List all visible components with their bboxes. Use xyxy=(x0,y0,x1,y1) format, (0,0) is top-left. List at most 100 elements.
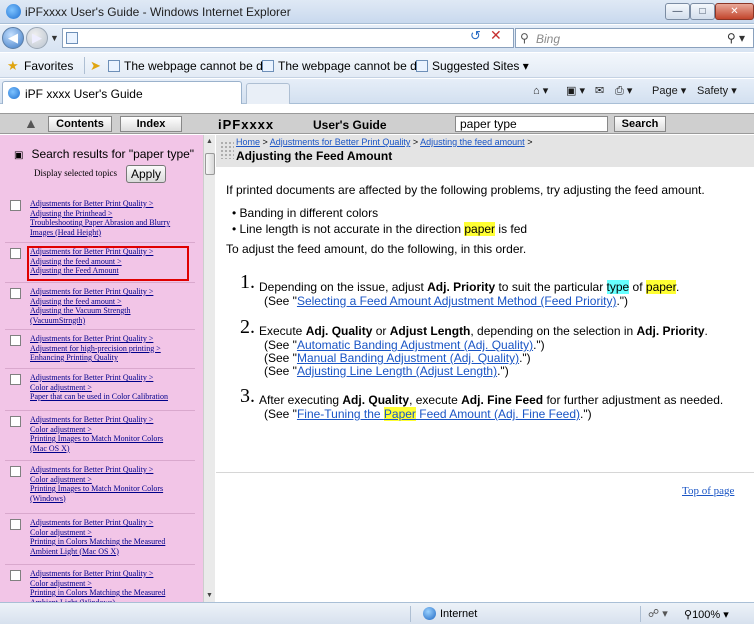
result-link-line[interactable]: Adjustments for Better Print Quality > xyxy=(30,465,196,475)
result-link-line[interactable]: Adjusting the feed amount > xyxy=(30,297,196,307)
search-box[interactable]: ⚲ Bing ⚲ ▾ xyxy=(515,28,754,48)
maximize-button[interactable]: □ xyxy=(690,3,715,20)
divider xyxy=(5,564,195,565)
result-link-line[interactable]: Adjustment for high-precision printing > xyxy=(30,344,196,354)
result-link-line[interactable]: Paper that can be used in Color Calibrat… xyxy=(30,392,196,402)
protected-mode-icon[interactable]: ☍ ▾ xyxy=(648,607,668,620)
result-link-line[interactable]: Printing in Colors Matching the Measured xyxy=(30,537,196,547)
result-link-line[interactable]: Color adjustment > xyxy=(30,425,196,435)
search-result-item[interactable]: Adjustments for Better Print Quality > Co… xyxy=(30,569,196,602)
result-link-line[interactable]: Adjusting the Vacuum Strength xyxy=(30,306,196,316)
address-field[interactable] xyxy=(62,28,514,48)
apply-button[interactable]: Apply xyxy=(126,165,166,183)
highlight-box xyxy=(27,246,189,281)
top-of-page-link[interactable]: Top of page xyxy=(682,485,734,497)
result-link-line[interactable]: (VacuumStrngth) xyxy=(30,316,196,326)
result-checkbox[interactable] xyxy=(10,248,21,259)
favorites-star-icon[interactable]: ★ xyxy=(7,58,19,74)
safety-menu[interactable]: Safety ▾ xyxy=(697,84,737,97)
suggested-sites-link[interactable]: Suggested Sites ▾ xyxy=(416,59,529,73)
result-link-line[interactable]: Troubleshooting Paper Abrasion and Blurr… xyxy=(30,218,196,228)
tab-title: iPF xxxx User's Guide xyxy=(25,87,143,101)
result-link-line[interactable]: (Windows) xyxy=(30,494,196,504)
favorite-link-1[interactable]: The webpage cannot be d... xyxy=(108,59,273,73)
stop-icon[interactable]: ✕ xyxy=(490,27,502,44)
forward-button[interactable]: ▶ xyxy=(26,27,48,49)
result-link-line[interactable]: Color adjustment > xyxy=(30,475,196,485)
result-link-line[interactable]: (Mac OS X) xyxy=(30,444,196,454)
result-link-line[interactable]: Adjusting the Printhead > xyxy=(30,209,196,219)
link-manual-banding[interactable]: Manual Banding Adjustment (Adj. Quality) xyxy=(297,351,519,365)
result-link-line[interactable]: Ambient Light (Mac OS X) xyxy=(30,547,196,557)
tab-users-guide[interactable]: iPF xxxx User's Guide xyxy=(2,81,242,104)
result-checkbox[interactable] xyxy=(10,200,21,211)
print-icon[interactable]: ⎙ ▾ xyxy=(615,84,632,98)
result-checkbox[interactable] xyxy=(10,335,21,346)
link-feed-priority[interactable]: Selecting a Feed Amount Adjustment Metho… xyxy=(297,294,617,308)
favorite-link-2[interactable]: The webpage cannot be d... xyxy=(262,59,427,73)
result-link-line[interactable]: Color adjustment > xyxy=(30,383,196,393)
results-scrollbar[interactable]: ▲ ▼ xyxy=(203,135,215,602)
collapse-icon[interactable]: ▣ xyxy=(14,150,23,161)
result-link-line[interactable]: Adjustments for Better Print Quality > xyxy=(30,373,196,383)
result-link-line[interactable]: Printing in Colors Matching the Measured xyxy=(30,588,196,598)
feeds-icon[interactable]: ▣ ▾ xyxy=(566,84,585,97)
page-menu[interactable]: Page ▾ xyxy=(652,84,686,97)
breadcrumb-home[interactable]: Home xyxy=(236,137,260,147)
search-result-item[interactable]: Adjustments for Better Print Quality > Ad… xyxy=(30,334,196,363)
close-button[interactable]: ✕ xyxy=(715,3,754,20)
result-checkbox[interactable] xyxy=(10,570,21,581)
result-link-line[interactable]: Enhancing Printing Quality xyxy=(30,353,196,363)
search-result-item[interactable]: Adjustments for Better Print Quality > Co… xyxy=(30,465,196,503)
result-link-line[interactable]: Adjustments for Better Print Quality > xyxy=(30,569,196,579)
refresh-icon[interactable]: ↺ xyxy=(470,28,481,44)
help-search-button[interactable]: Search xyxy=(614,116,666,132)
result-link-line[interactable]: Color adjustment > xyxy=(30,579,196,589)
breadcrumb-level2[interactable]: Adjusting the feed amount xyxy=(420,137,525,147)
index-button[interactable]: Index xyxy=(120,116,182,132)
sync-toc-icon[interactable]: ▲ xyxy=(24,115,38,131)
new-tab-button[interactable] xyxy=(246,83,290,104)
back-button[interactable]: ◀ xyxy=(2,27,24,49)
bullet-text: Line length is not accurate in the direc… xyxy=(239,222,465,236)
add-favorites-icon[interactable]: ➤ xyxy=(90,58,101,74)
result-checkbox[interactable] xyxy=(10,416,21,427)
search-result-item[interactable]: Adjustments for Better Print Quality > Co… xyxy=(30,415,196,453)
search-result-item[interactable]: Adjustments for Better Print Quality > Co… xyxy=(30,373,196,402)
result-checkbox[interactable] xyxy=(10,466,21,477)
home-icon[interactable]: ⌂ ▾ xyxy=(533,84,548,97)
contents-button[interactable]: Contents xyxy=(48,116,112,132)
result-checkbox[interactable] xyxy=(10,519,21,530)
result-link-line[interactable]: Images (Head Height) xyxy=(30,228,196,238)
history-dropdown-icon[interactable]: ▼ xyxy=(50,33,59,43)
link-line-length[interactable]: Adjusting Line Length (Adjust Length) xyxy=(297,364,497,378)
result-checkbox[interactable] xyxy=(10,374,21,385)
search-result-item[interactable]: Adjustments for Better Print Quality > Co… xyxy=(30,518,196,556)
scroll-down-icon[interactable]: ▼ xyxy=(206,592,213,599)
result-link-line[interactable]: Color adjustment > xyxy=(30,528,196,538)
mail-icon[interactable]: ✉ xyxy=(595,84,604,97)
favorites-button[interactable]: Favorites xyxy=(24,59,73,73)
minimize-button[interactable]: — xyxy=(665,3,690,20)
result-link-line[interactable]: Adjustments for Better Print Quality > xyxy=(30,199,196,209)
result-link-line[interactable]: Printing Images to Match Monitor Colors xyxy=(30,484,196,494)
search-go-icon[interactable]: ⚲ ▾ xyxy=(727,31,745,45)
search-highlight: paper xyxy=(645,280,676,294)
result-link-line[interactable]: Adjustments for Better Print Quality > xyxy=(30,415,196,425)
result-link-line[interactable]: Adjustments for Better Print Quality > xyxy=(30,334,196,344)
scroll-thumb[interactable] xyxy=(205,153,215,175)
search-result-item[interactable]: Adjustments for Better Print Quality > Ad… xyxy=(30,199,196,237)
search-result-item[interactable]: Adjustments for Better Print Quality > Ad… xyxy=(30,287,196,325)
result-link-line[interactable]: Adjustments for Better Print Quality > xyxy=(30,518,196,528)
zoom-level[interactable]: ⚲100% ▾ xyxy=(684,608,729,621)
link-fine-feed[interactable]: Fine-Tuning the Paper Feed Amount (Adj. … xyxy=(297,407,580,421)
result-link-line[interactable]: Printing Images to Match Monitor Colors xyxy=(30,434,196,444)
link-auto-banding[interactable]: Automatic Banding Adjustment (Adj. Quali… xyxy=(297,338,533,352)
help-search-input[interactable]: paper type xyxy=(455,116,608,132)
step-1-see: (See "Selecting a Feed Amount Adjustment… xyxy=(264,294,628,308)
bullet-text: is fed xyxy=(495,222,528,236)
scroll-up-icon[interactable]: ▲ xyxy=(206,138,213,145)
result-checkbox[interactable] xyxy=(10,288,21,299)
result-link-line[interactable]: Adjustments for Better Print Quality > xyxy=(30,287,196,297)
breadcrumb-level1[interactable]: Adjustments for Better Print Quality xyxy=(270,137,411,147)
